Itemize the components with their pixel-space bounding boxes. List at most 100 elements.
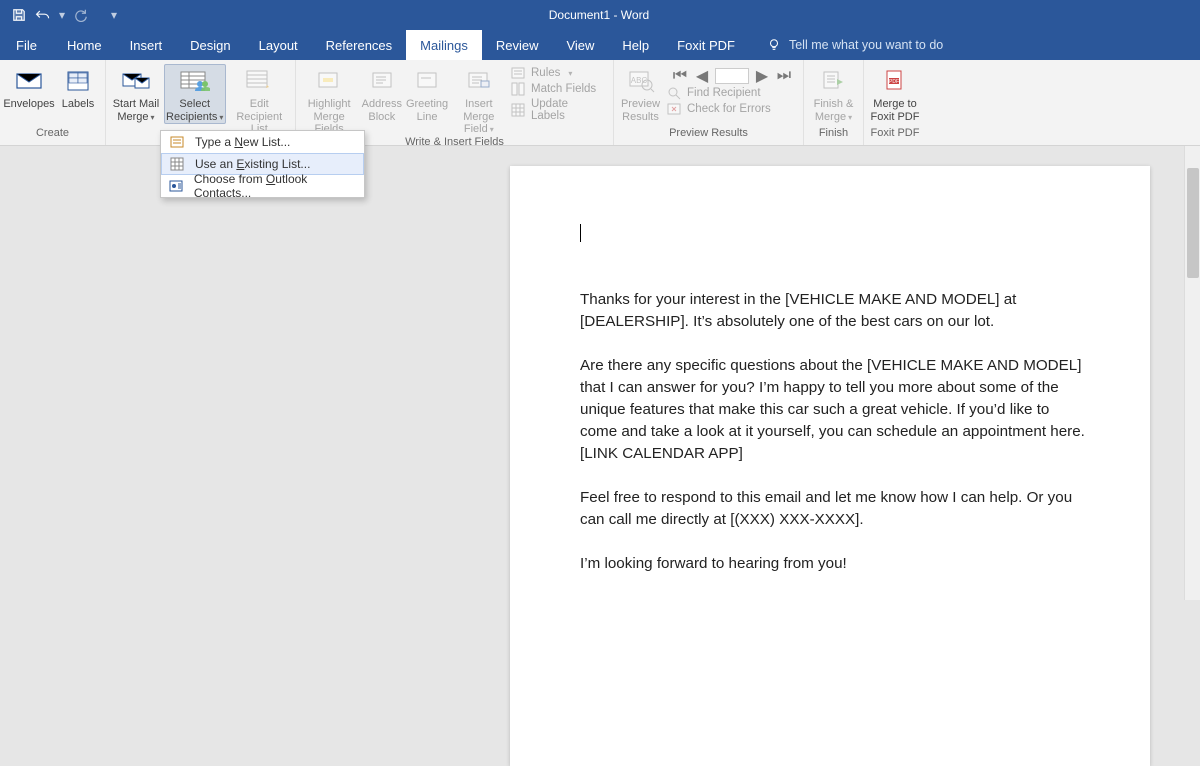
last-record-icon[interactable]: ⏭ <box>775 68 793 84</box>
tab-review[interactable]: Review <box>482 30 553 60</box>
save-icon[interactable] <box>10 6 28 24</box>
group-foxit-label: Foxit PDF <box>864 127 926 145</box>
recipients-icon <box>179 66 211 96</box>
lightbulb-icon <box>767 38 781 52</box>
menu-existing-label: Use an Existing List... <box>195 157 310 171</box>
undo-dropdown-icon[interactable]: ▾ <box>58 6 66 24</box>
finish-label: Finish & Merge▾ <box>814 98 854 123</box>
highlight-icon <box>313 66 345 96</box>
select-recipients-label: Select Recipients▾ <box>166 98 223 123</box>
preview-icon: ABC <box>625 66 657 96</box>
tab-help[interactable]: Help <box>608 30 663 60</box>
mail-merge-icon <box>120 66 152 96</box>
doc-paragraph-1: Thanks for your interest in the [VEHICLE… <box>580 289 1085 333</box>
group-create-label: Create <box>0 127 105 145</box>
highlight-merge-fields-button[interactable]: Highlight Merge Fields <box>300 64 358 136</box>
address-block-icon <box>366 66 398 96</box>
menu-outlook-label: Choose from Outlook Contacts... <box>194 172 356 200</box>
match-icon <box>511 82 525 96</box>
document-title: Document1 - Word <box>118 8 1080 22</box>
address-block-button[interactable]: Address Block <box>360 64 403 123</box>
menu-type-new-list[interactable]: Type a New List... <box>161 131 364 153</box>
start-mail-merge-button[interactable]: Start Mail Merge▾ <box>110 64 162 123</box>
finish-icon <box>818 66 850 96</box>
tab-design[interactable]: Design <box>176 30 244 60</box>
existing-list-icon <box>169 156 185 172</box>
edit-recipient-list-button[interactable]: Edit Recipient List <box>228 64 291 136</box>
select-recipients-button[interactable]: Select Recipients▾ <box>164 64 226 124</box>
document-page[interactable]: Thanks for your interest in the [VEHICLE… <box>510 166 1150 766</box>
update-icon <box>511 103 525 117</box>
prev-record-icon[interactable]: ◀ <box>693 68 711 84</box>
tab-view[interactable]: View <box>552 30 608 60</box>
labels-label: Labels <box>62 98 94 111</box>
rules-icon <box>511 66 525 80</box>
record-nav: ⏮ ◀ ▶ ⏭ <box>665 64 799 84</box>
envelope-icon <box>13 66 45 96</box>
group-preview-label: Preview Results <box>614 127 803 145</box>
quick-access-toolbar: ▾ ▾ <box>0 6 118 24</box>
preview-label: Preview Results <box>621 98 660 123</box>
group-preview: ABC Preview Results ⏮ ◀ ▶ ⏭ Find Recipie… <box>614 60 804 145</box>
group-create: Envelopes Labels Create <box>0 60 106 145</box>
rules-button[interactable]: Rules▾ <box>511 66 605 80</box>
doc-paragraph-2: Are there any specific questions about t… <box>580 355 1085 465</box>
start-mm-label: Start Mail Merge▾ <box>113 98 159 123</box>
text-cursor <box>580 224 581 242</box>
menu-outlook-contacts[interactable]: Choose from Outlook Contacts... <box>161 175 364 197</box>
pdf-icon: PDF <box>879 66 911 96</box>
envelopes-label: Envelopes <box>3 98 54 111</box>
update-labels-button[interactable]: Update Labels <box>511 98 605 122</box>
redo-icon[interactable] <box>72 6 90 24</box>
foxit-label: Merge to Foxit PDF <box>871 98 920 123</box>
edit-list-icon <box>243 66 275 96</box>
group-foxit: PDF Merge to Foxit PDF Foxit PDF <box>864 60 926 145</box>
greeting-label: Greeting Line <box>406 98 448 123</box>
tell-me[interactable]: Tell me what you want to do <box>749 30 943 60</box>
title-bar: ▾ ▾ Document1 - Word <box>0 0 1200 30</box>
group-finish-label: Finish <box>804 127 863 145</box>
labels-button[interactable]: Labels <box>56 64 100 111</box>
qat-customize-icon[interactable]: ▾ <box>110 6 118 24</box>
insert-field-label: Insert Merge Field▾ <box>451 98 507 136</box>
tab-foxit[interactable]: Foxit PDF <box>663 30 749 60</box>
undo-icon[interactable] <box>34 6 52 24</box>
greeting-line-button[interactable]: Greeting Line <box>405 64 448 123</box>
tab-insert[interactable]: Insert <box>116 30 177 60</box>
menu-type-label: Type a New List... <box>195 135 290 149</box>
doc-paragraph-4: I’m looking forward to hearing from you! <box>580 553 1085 575</box>
type-new-list-icon <box>169 134 185 150</box>
insert-merge-field-button[interactable]: Insert Merge Field▾ <box>451 64 507 136</box>
merge-to-foxit-button[interactable]: PDF Merge to Foxit PDF <box>868 64 922 123</box>
tab-references[interactable]: References <box>312 30 406 60</box>
find-recipient-button[interactable]: Find Recipient <box>667 86 795 100</box>
envelopes-button[interactable]: Envelopes <box>4 64 54 111</box>
record-number-input[interactable] <box>715 68 749 84</box>
finish-merge-button[interactable]: Finish & Merge▾ <box>808 64 859 123</box>
next-record-icon[interactable]: ▶ <box>753 68 771 84</box>
preview-results-button[interactable]: ABC Preview Results <box>618 64 663 123</box>
greeting-icon <box>411 66 443 96</box>
rules-label: Rules <box>531 67 560 79</box>
address-label: Address Block <box>362 98 402 123</box>
check-label: Check for Errors <box>687 103 771 115</box>
tab-home[interactable]: Home <box>53 30 116 60</box>
tab-layout[interactable]: Layout <box>245 30 312 60</box>
labels-icon <box>62 66 94 96</box>
update-label: Update Labels <box>531 98 605 122</box>
tab-mailings[interactable]: Mailings <box>406 30 482 60</box>
find-label: Find Recipient <box>687 87 761 99</box>
first-record-icon[interactable]: ⏮ <box>671 68 689 84</box>
select-recipients-menu: Type a New List... Use an Existing List.… <box>160 130 365 198</box>
group-finish: Finish & Merge▾ Finish <box>804 60 864 145</box>
tab-file[interactable]: File <box>0 30 53 60</box>
outlook-icon <box>169 178 184 194</box>
find-icon <box>667 86 681 100</box>
match-fields-button[interactable]: Match Fields <box>511 82 605 96</box>
doc-paragraph-3: Feel free to respond to this email and l… <box>580 487 1085 531</box>
scrollbar-thumb[interactable] <box>1187 168 1199 278</box>
svg-text:PDF: PDF <box>889 79 899 85</box>
check-errors-button[interactable]: Check for Errors <box>667 102 795 116</box>
tell-me-label: Tell me what you want to do <box>789 38 943 52</box>
vertical-scrollbar[interactable] <box>1184 146 1200 600</box>
